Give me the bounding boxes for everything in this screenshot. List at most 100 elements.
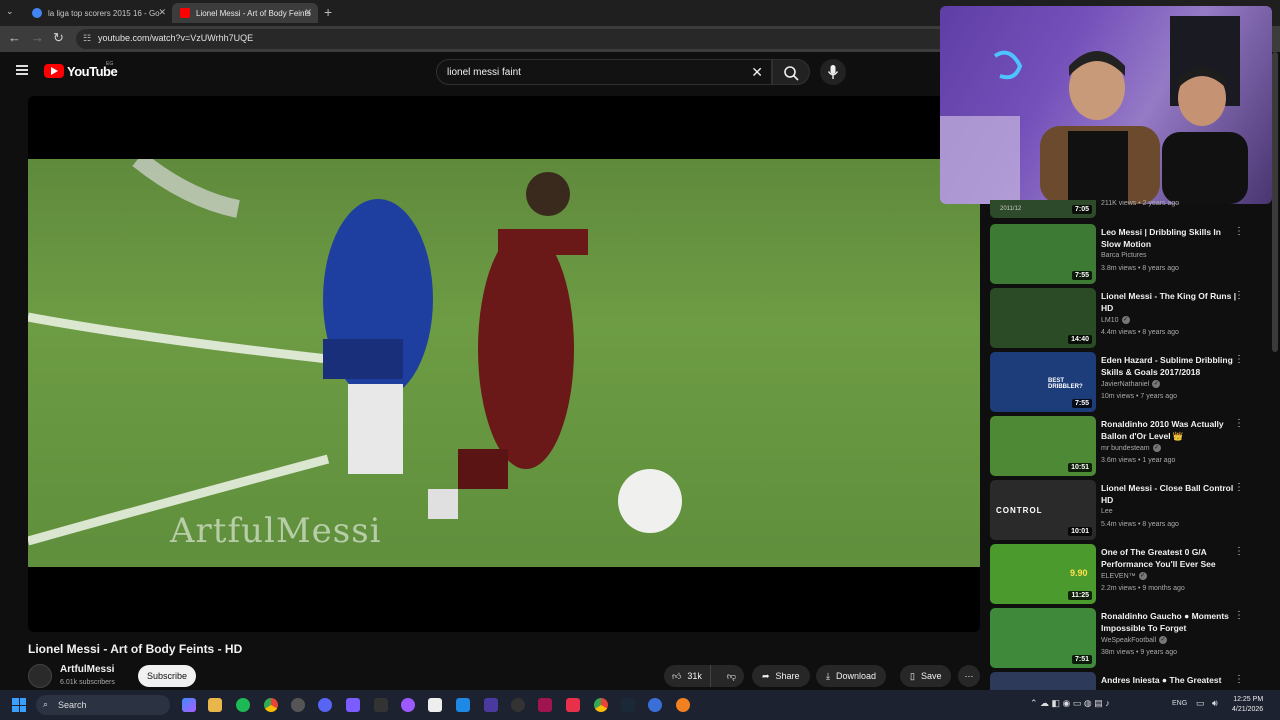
discord-icon[interactable] [318, 698, 332, 712]
more-options-icon[interactable]: ⋮ [1234, 674, 1244, 685]
gamepad-icon[interactable] [484, 698, 498, 712]
windows-start-icon[interactable] [12, 698, 26, 712]
video-title[interactable]: Ronaldinho 2010 Was Actually Ballon d'Or… [1101, 418, 1237, 442]
tab-google-search[interactable]: la liga top scorers 2015 16 - Go ✕ [24, 3, 172, 23]
video-title[interactable]: Eden Hazard - Sublime Dribbling Skills &… [1101, 354, 1237, 378]
more-options-icon[interactable]: ⋮ [1234, 290, 1244, 301]
video-thumbnail[interactable]: 14:40 [990, 288, 1096, 348]
related-video[interactable]: 7:51 Ronaldinho Gaucho ● Moments Impossi… [990, 608, 1254, 668]
channel-name[interactable]: JavierNathaniel ✓ [1101, 380, 1161, 388]
clear-search-icon[interactable]: ✕ [751, 64, 763, 81]
channel-name[interactable]: Lee [1101, 508, 1113, 515]
video-thumbnail[interactable]: 2011/12 7:05 [990, 200, 1096, 218]
video-thumbnail[interactable]: 10:51 [990, 416, 1096, 476]
channel-name[interactable]: WeSpeakFootball ✓ [1101, 636, 1168, 644]
channel-name[interactable]: ELEVEN™ ✓ [1101, 572, 1147, 580]
tab-youtube-video[interactable]: Lionel Messi - Art of Body Feints ✕ [172, 3, 318, 23]
app-icon[interactable] [566, 698, 580, 712]
app-icon[interactable] [511, 698, 525, 712]
channel-avatar[interactable] [28, 664, 52, 688]
photos-icon[interactable] [456, 698, 470, 712]
video-title[interactable]: Andres Iniesta ● The Greatest [1101, 674, 1237, 686]
app-icon[interactable] [676, 698, 690, 712]
system-tray-icons[interactable]: ⌃ ☁ ◧ ◉ ▭ ◍ ▤ ♪ [1030, 698, 1110, 709]
language-indicator[interactable]: ENG [1172, 700, 1187, 707]
spotify-icon[interactable] [236, 698, 250, 712]
share-button[interactable]: ➦ Share [752, 665, 810, 687]
new-tab-button[interactable]: + [324, 4, 332, 20]
video-player[interactable]: ArtfulMessi [28, 96, 980, 632]
menu-icon[interactable] [16, 65, 28, 75]
app-icon[interactable] [648, 698, 662, 712]
volume-icon[interactable]: 🔊︎ [1212, 698, 1218, 709]
site-info-icon[interactable]: ☷ [83, 33, 91, 44]
video-thumbnail[interactable]: 7:55 [990, 224, 1096, 284]
close-tab-icon[interactable]: ✕ [304, 7, 312, 18]
more-icon: ⋯ [964, 670, 974, 681]
tab-search-icon[interactable]: ⌄ [6, 6, 14, 17]
terminal-icon[interactable] [374, 698, 388, 712]
steam-icon[interactable] [621, 698, 635, 712]
chrome-icon[interactable] [264, 698, 278, 712]
file-explorer-icon[interactable] [208, 698, 222, 712]
video-thumbnail[interactable] [990, 672, 1096, 690]
more-options-icon[interactable]: ⋮ [1234, 354, 1244, 365]
store-icon[interactable] [428, 698, 442, 712]
more-actions-button[interactable]: ⋯ [958, 665, 980, 687]
channel-name[interactable]: ArtfulMessi [60, 664, 114, 675]
channel-name[interactable]: Barca Pictures [1101, 252, 1147, 259]
subscribe-button[interactable]: Subscribe [138, 665, 196, 687]
related-video[interactable]: 14:40 Lionel Messi - The King Of Runs | … [990, 288, 1254, 348]
copilot-icon[interactable] [182, 698, 196, 712]
close-tab-icon[interactable]: ✕ [158, 7, 166, 18]
more-options-icon[interactable]: ⋮ [1234, 610, 1244, 621]
search-input[interactable]: lionel messi faint ✕ [436, 59, 772, 85]
thumbnail-caption: 2011/12 [1000, 206, 1022, 212]
more-options-icon[interactable]: ⋮ [1234, 418, 1244, 429]
network-icon[interactable]: ▭ [1196, 698, 1205, 709]
search-button[interactable] [772, 59, 810, 85]
taskbar-clock[interactable]: 12:25 PM 4/21/2026 [1232, 695, 1263, 715]
related-video[interactable]: Andres Iniesta ● The Greatest ⋮ [990, 672, 1254, 690]
related-video-partial[interactable]: 2011/12 7:05 211K views • 2 years ago [990, 200, 1254, 218]
dislike-button[interactable]: 👎︎ [717, 671, 746, 682]
video-thumbnail[interactable]: 9.90 11:25 [990, 544, 1096, 604]
video-title[interactable]: Lionel Messi - Close Ball Control HD [1101, 482, 1237, 506]
video-thumbnail[interactable]: CONTROL 10:01 [990, 480, 1096, 540]
app-icon[interactable] [401, 698, 415, 712]
more-options-icon[interactable]: ⋮ [1234, 546, 1244, 557]
app-icon[interactable] [538, 698, 552, 712]
related-video[interactable]: 9.90 11:25 One of The Greatest 0 G/A Per… [990, 544, 1254, 604]
save-button[interactable]: ▯ Save [900, 665, 952, 687]
app-icon[interactable] [291, 698, 305, 712]
youtube-logo-icon[interactable] [44, 64, 64, 78]
back-icon[interactable]: ← [8, 30, 21, 45]
download-button[interactable]: ⤓ Download [816, 665, 887, 687]
youtube-favicon-icon [180, 8, 190, 18]
video-title[interactable]: One of The Greatest 0 G/A Performance Yo… [1101, 546, 1237, 570]
chrome-profile-icon[interactable] [594, 698, 608, 712]
save-label: Save [920, 671, 942, 681]
more-options-icon[interactable]: ⋮ [1234, 482, 1244, 493]
video-title[interactable]: Lionel Messi - The King Of Runs | HD [1101, 290, 1237, 314]
related-video[interactable]: 10:51 Ronaldinho 2010 Was Actually Ballo… [990, 416, 1254, 476]
related-video[interactable]: BEST DRIBBLER? 7:55 Eden Hazard - Sublim… [990, 352, 1254, 412]
page-scrollbar[interactable] [1272, 52, 1278, 352]
taskbar-search[interactable]: ⌕ Search [36, 695, 170, 715]
video-frame[interactable]: ArtfulMessi [28, 159, 980, 567]
forward-icon[interactable]: → [31, 30, 44, 45]
video-title[interactable]: Ronaldinho Gaucho ● Moments Impossible T… [1101, 610, 1237, 634]
like-button[interactable]: 👍︎ 31k [664, 665, 711, 687]
video-title[interactable]: Leo Messi | Dribbling Skills In Slow Mot… [1101, 226, 1237, 250]
more-options-icon[interactable]: ⋮ [1234, 226, 1244, 237]
reload-icon[interactable]: ↻ [53, 30, 64, 46]
related-video[interactable]: 7:55 Leo Messi | Dribbling Skills In Slo… [990, 224, 1254, 284]
related-video[interactable]: CONTROL 10:01 Lionel Messi - Close Ball … [990, 480, 1254, 540]
video-scene [28, 159, 682, 546]
video-thumbnail[interactable]: 7:51 [990, 608, 1096, 668]
voice-search-button[interactable] [820, 59, 846, 85]
channel-name[interactable]: LM10 ✓ [1101, 316, 1130, 324]
app-grid-icon[interactable] [346, 698, 360, 712]
video-thumbnail[interactable]: BEST DRIBBLER? 7:55 [990, 352, 1096, 412]
channel-name[interactable]: mr bundesteam ✓ [1101, 444, 1161, 452]
